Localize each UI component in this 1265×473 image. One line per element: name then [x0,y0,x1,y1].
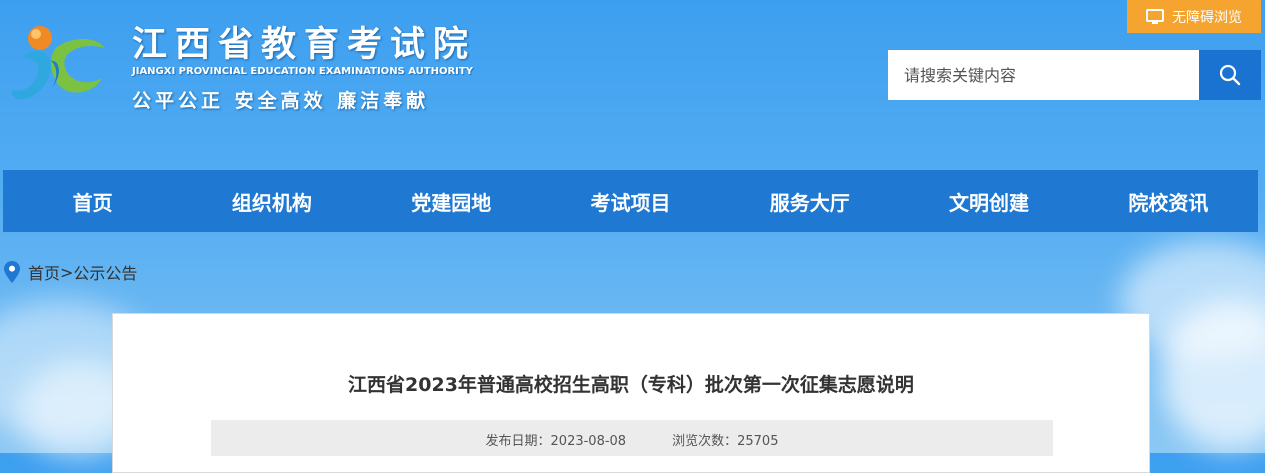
breadcrumb-home-link[interactable]: 首页 [28,260,60,284]
nav-item-civilization[interactable]: 文明创建 [899,170,1078,232]
nav-item-services[interactable]: 服务大厅 [720,170,899,232]
accessibility-button[interactable]: 无障碍浏览 [1127,0,1261,33]
nav-item-colleges[interactable]: 院校资讯 [1079,170,1258,232]
breadcrumb-current-link[interactable]: 公示公告 [73,260,137,284]
breadcrumb-separator: > [60,262,74,282]
jx-logo-icon[interactable] [6,18,110,110]
monitor-icon [1146,8,1164,24]
nav-item-home[interactable]: 首页 [3,170,182,232]
site-title: 江西省教育考试院 [132,24,477,65]
search-input[interactable] [888,50,1199,100]
publish-date-value: 2023-08-08 [550,434,627,449]
nav-item-exams[interactable]: 考试项目 [541,170,720,232]
article-panel: 江西省2023年普通高校招生高职（专科）批次第一次征集志愿说明 发布日期：202… [112,313,1150,473]
article-meta: 发布日期：2023-08-08 浏览次数：25705 [211,420,1053,456]
view-count: 浏览次数：25705 [672,430,778,456]
article-title: 江西省2023年普通高校招生高职（专科）批次第一次征集志愿说明 [348,374,914,396]
publish-date: 发布日期：2023-08-08 [486,430,627,456]
publish-date-label: 发布日期： [485,434,551,449]
view-count-label: 浏览次数： [672,434,738,449]
location-pin-icon [4,261,20,283]
site-subtitle-en: JIANGXI PROVINCIAL EDUCATION EXAMINATION… [132,66,473,77]
view-count-value: 25705 [737,434,779,449]
nav-item-organization[interactable]: 组织机构 [182,170,361,232]
nav-item-party[interactable]: 党建园地 [362,170,541,232]
search-icon [1219,64,1241,86]
accessibility-label: 无障碍浏览 [1172,9,1242,26]
site-slogan: 公平公正 安全高效 廉洁奉献 [132,90,430,112]
search-button[interactable] [1199,50,1261,100]
breadcrumb: 首页 > 公示公告 [4,260,137,284]
main-nav: 首页 组织机构 党建园地 考试项目 服务大厅 文明创建 院校资讯 [3,170,1258,232]
